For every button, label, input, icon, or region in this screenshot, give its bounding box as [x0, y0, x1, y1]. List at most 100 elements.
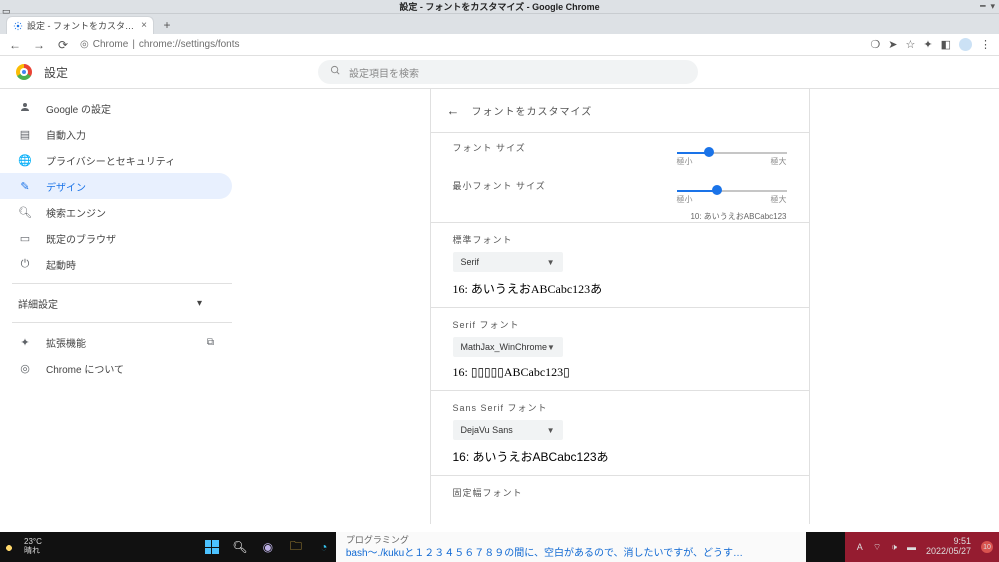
chevron-down-icon: ▼ [547, 258, 555, 267]
sidebar-item-appearance[interactable]: ✎ デザイン [0, 173, 232, 199]
dropdown-value: DejaVu Sans [461, 425, 513, 435]
battery-icon[interactable]: ▬ [907, 542, 916, 552]
taskbar-search-icon[interactable]: 🔍︎ [230, 537, 250, 557]
sidebar-item-startup[interactable]: ⏻ 起動時 [0, 251, 232, 277]
standard-font-label: 標準フォント [453, 233, 787, 246]
search-placeholder: 設定項目を検索 [349, 65, 419, 80]
chevron-down-icon: ▼ [547, 426, 555, 435]
sysmenu-icon[interactable]: ▭ [2, 6, 11, 16]
slider-min-label: 極小 [677, 194, 693, 205]
min-font-sample: 10: あいうえおABCabc123 [431, 211, 809, 222]
taskview-icon[interactable]: ◉ [258, 537, 278, 557]
wifi-icon[interactable]: ⌔ [873, 542, 881, 553]
sidebar-separator [12, 283, 232, 284]
browser-tab[interactable]: 設定 - フォントをカスタマイズ × [6, 16, 154, 34]
chrome-logo-icon [16, 64, 32, 80]
sidebar-separator [12, 322, 232, 323]
sidebar-label: プライバシーとセキュリティ [46, 153, 175, 168]
serif-font-label: Serif フォント [453, 318, 787, 331]
sidebar-label: 検索エンジン [46, 205, 106, 220]
external-link-icon: ⧉ [207, 337, 214, 348]
slider-min-label: 極小 [677, 156, 693, 167]
standard-font-dropdown[interactable]: Serif ▼ [453, 252, 563, 272]
fixed-font-label: 固定幅フォント [453, 486, 787, 499]
sidebar-label: Chrome について [46, 361, 124, 376]
standard-font-sample: 16: あいうえおABCabc123あ [453, 280, 787, 297]
system-clock[interactable]: 9:51 2022/05/27 [926, 537, 971, 557]
close-tab-icon[interactable]: × [141, 20, 147, 31]
power-icon: ⏻ [18, 258, 32, 271]
notification-badge[interactable]: 10 [981, 541, 993, 553]
os-titlebar: ▭ 設定 - フォントをカスタマイズ - Google Chrome ━ ▾ [0, 0, 999, 14]
site-info-icon[interactable]: ◎ [80, 39, 89, 50]
bookmark-icon[interactable]: ☆ [906, 38, 916, 51]
chrome-icon: ◎ [18, 362, 32, 375]
profile-avatar[interactable] [959, 38, 972, 51]
page-title: フォントをカスタマイズ [472, 103, 593, 118]
browser-icon: ▭ [18, 232, 32, 245]
clock-date: 2022/05/27 [926, 547, 971, 557]
sidebar-label: 起動時 [46, 257, 76, 272]
minimize-icon[interactable]: ━ ▾ [980, 1, 995, 12]
sidebar-item-about[interactable]: ◎ Chrome について [0, 355, 232, 381]
slider-max-label: 極大 [771, 194, 787, 205]
chevron-down-icon: ▾ [197, 298, 202, 309]
sidebar-label: Google の設定 [46, 101, 111, 116]
explorer-icon[interactable]: 🗀 [286, 537, 306, 557]
dropdown-value: MathJax_WinChrome [461, 342, 548, 352]
extensions-icon[interactable]: ✦ [923, 38, 932, 51]
start-button[interactable] [202, 537, 222, 557]
edge-icon[interactable]: ◔ [314, 537, 334, 557]
sidebar-item-autofill[interactable]: ▤ 自動入力 [0, 121, 232, 147]
back-button[interactable]: ← [8, 38, 22, 52]
reload-button[interactable]: ⟳ [56, 38, 70, 52]
serif-font-dropdown[interactable]: MathJax_WinChrome ▼ [453, 337, 563, 357]
sans-font-label: Sans Serif フォント [453, 401, 787, 414]
gear-icon [13, 21, 23, 31]
send-icon[interactable]: ➤ [888, 38, 897, 51]
weather-cond: 晴れ [24, 547, 42, 556]
font-size-slider[interactable]: 極小極大 [677, 146, 787, 167]
url-text: chrome://settings/fonts [139, 39, 240, 50]
url-scheme: Chrome [93, 39, 129, 50]
sidebar-item-privacy[interactable]: 🌐 プライバシーとセキュリティ [0, 147, 232, 173]
volume-icon[interactable]: 🕩 [891, 542, 897, 553]
sidebar-label: 拡張機能 [46, 335, 86, 350]
sidebar-item-search[interactable]: 🔍︎ 検索エンジン [0, 199, 232, 225]
address-bar[interactable]: ◎ Chrome | chrome://settings/fonts [80, 39, 860, 50]
taskbar-search-panel[interactable]: プログラミング bash〜./kukuと１２３４５６７８９の間に、空白があるので… [336, 532, 806, 562]
settings-title: 設定 [44, 64, 68, 81]
new-tab-button[interactable]: + [158, 16, 176, 34]
advanced-label: 詳細設定 [18, 296, 58, 311]
search-tag: プログラミング [346, 533, 409, 546]
back-arrow-button[interactable]: ← [447, 103, 460, 118]
min-font-size-slider[interactable]: 極小 極大 [677, 184, 787, 205]
sans-font-dropdown[interactable]: DejaVu Sans ▼ [453, 420, 563, 440]
brush-icon: ✎ [18, 180, 32, 193]
sidebar-label: 自動入力 [46, 127, 86, 142]
forward-button[interactable]: → [32, 38, 46, 52]
search-icon [330, 65, 341, 79]
settings-search[interactable]: 設定項目を検索 [318, 60, 698, 84]
sidebar-item-extensions[interactable]: ✦ 拡張機能 ⧉ [0, 329, 232, 355]
autofill-icon: ▤ [18, 128, 32, 141]
chevron-down-icon: ▼ [547, 343, 555, 352]
settings-panel: ← フォントをカスタマイズ フォント サイズ 極小極大 最小フォント サイズ [430, 89, 810, 524]
sidebar-item-default[interactable]: ▭ 既定のブラウザ [0, 225, 232, 251]
sun-icon [4, 543, 14, 553]
sidebar-item-google[interactable]: Google の設定 [0, 95, 232, 121]
serif-font-sample: 16: ▯▯▯▯▯ABCabc123▯ [453, 365, 787, 380]
tab-title: 設定 - フォントをカスタマイズ [27, 19, 137, 32]
sidebar-advanced[interactable]: 詳細設定 ▾ [0, 290, 232, 316]
toolbar: ← → ⟳ ◎ Chrome | chrome://settings/fonts… [0, 34, 999, 56]
ime-indicator[interactable]: A [857, 542, 863, 552]
windows-taskbar: 23°C 晴れ 🔍︎ ◉ 🗀 ◔ プログラミング bash〜./kukuと１２３… [0, 532, 999, 562]
sidepanel-icon[interactable]: ◧ [941, 38, 951, 51]
search-icon: 🔍︎ [18, 206, 32, 219]
person-icon [18, 101, 32, 116]
share-icon[interactable]: ❍ [870, 38, 880, 51]
globe-icon: 🌐 [18, 154, 32, 167]
sidebar-label: 既定のブラウザ [46, 231, 116, 246]
menu-icon[interactable]: ⋮ [980, 38, 991, 51]
weather-widget[interactable]: 23°C 晴れ [0, 536, 52, 558]
